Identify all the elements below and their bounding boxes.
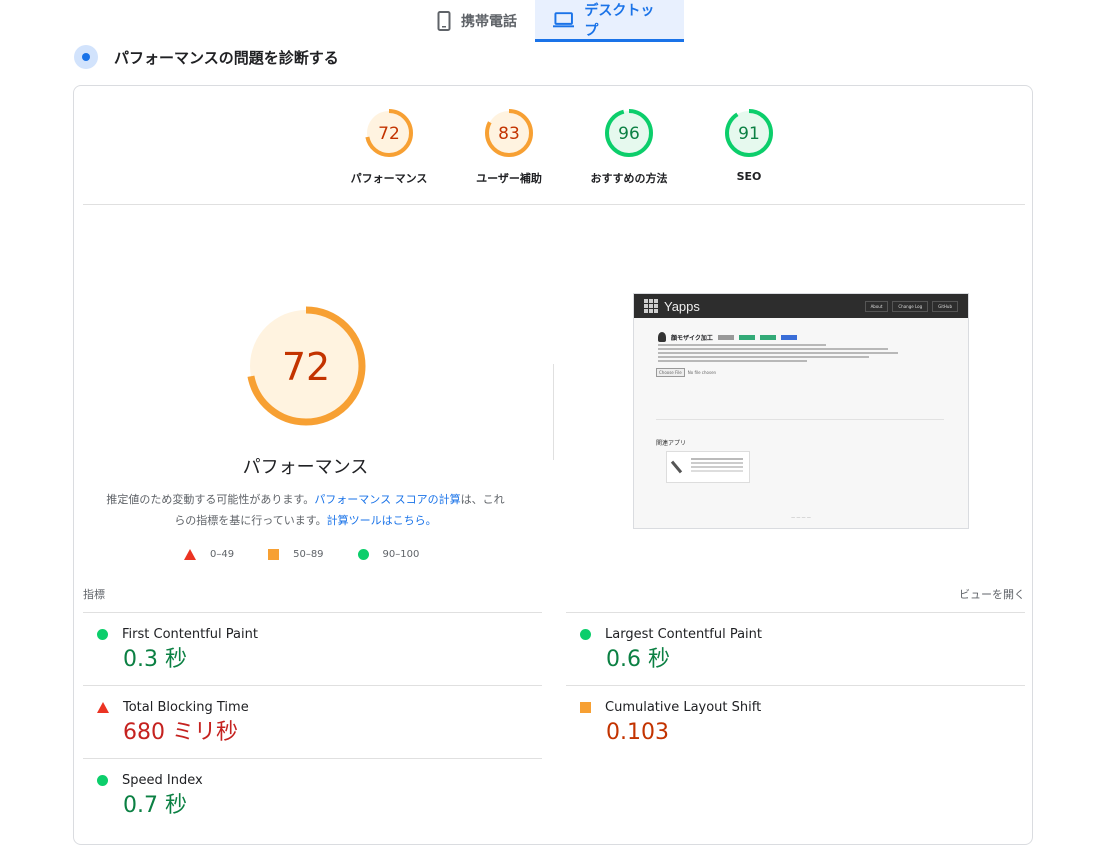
metric-speed-index: Speed Index 0.7 秒 — [83, 758, 542, 831]
main-score-value: 72 — [282, 345, 330, 389]
pass-circle-icon — [580, 629, 591, 640]
grid-logo-icon — [644, 299, 658, 313]
metric-name: First Contentful Paint — [122, 627, 258, 642]
preview-text-lines — [658, 344, 898, 364]
main-score-gauge: 72 — [246, 306, 366, 426]
smartphone-icon — [437, 11, 451, 31]
gauge-label: SEO — [736, 170, 762, 183]
metric-name: Largest Contentful Paint — [605, 627, 763, 642]
preview-nav-links: About Change Log GitHub — [864, 300, 958, 312]
metrics-title: 指標 — [83, 588, 105, 601]
legend-range: 0–49 — [210, 549, 235, 560]
metric-value: 680 ミリ秒 — [123, 720, 238, 745]
preview-separator — [656, 419, 944, 420]
fail-triangle-icon — [184, 549, 196, 560]
gauge-ring: 83 — [485, 109, 533, 157]
main-score-description: 推定値のため変動する可能性があります。パフォーマンス スコアの計算は、これらの指… — [104, 489, 507, 531]
report-card: 72 パフォーマンス 83 ユーザー補助 96 おすすめの方法 91 SEO 7… — [73, 85, 1033, 845]
preview-related-card — [666, 451, 750, 483]
gauge-ring: 91 — [725, 109, 773, 157]
preview-nav-link: About — [864, 300, 889, 312]
gauge-score: 91 — [738, 124, 760, 144]
main-score-label: パフォーマンス — [242, 457, 369, 478]
preview-choose-text: No file chosen — [687, 370, 717, 375]
preview-tag — [780, 334, 797, 340]
average-square-icon — [580, 702, 591, 713]
legend-range: 50–89 — [293, 549, 324, 560]
calculator-link[interactable]: 計算ツールはこちら。 — [327, 514, 437, 527]
score-gauges: 72 パフォーマンス 83 ユーザー補助 96 おすすめの方法 91 SEO — [329, 108, 809, 186]
gauge-seo[interactable]: 91 SEO — [689, 108, 809, 186]
diagnose-header: パフォーマンスの問題を診断する — [74, 44, 339, 70]
preview-file-input: Choose File No file chosen — [656, 368, 717, 377]
average-square-icon — [268, 549, 280, 560]
score-calc-link[interactable]: パフォーマンス スコアの計算 — [314, 493, 460, 506]
gauge-label: ユーザー補助 — [476, 172, 542, 185]
legend-pass: 90–100 — [357, 549, 420, 560]
preview-choose-button: Choose File — [656, 368, 685, 377]
diagnose-icon — [74, 45, 98, 69]
preview-navbar: Yapps About Change Log GitHub — [634, 294, 968, 318]
gauge-ring: 72 — [365, 109, 413, 157]
metric-value: 0.6 秒 — [606, 647, 670, 672]
metric-lcp: Largest Contentful Paint 0.6 秒 — [566, 612, 1025, 685]
metric-value: 0.103 — [606, 720, 669, 745]
fail-triangle-icon — [97, 702, 109, 713]
gauge-label: おすすめの方法 — [590, 172, 668, 185]
metric-name: Speed Index — [122, 773, 203, 788]
preview-related-heading: 関連アプリ — [656, 440, 687, 447]
vertical-divider — [553, 364, 554, 460]
preview-tag — [717, 334, 734, 340]
legend-fail: 0–49 — [184, 549, 234, 560]
diagnose-title: パフォーマンスの問題を診断する — [114, 48, 339, 67]
gauge-score: 83 — [498, 124, 520, 144]
preview-app-title-text: 顔モザイク加工 — [671, 334, 713, 342]
gauge-accessibility[interactable]: 83 ユーザー補助 — [449, 108, 569, 186]
device-tabs: 携帯電話 デスクトップ — [419, 0, 684, 42]
tab-mobile[interactable]: 携帯電話 — [419, 0, 535, 42]
metric-name: Cumulative Layout Shift — [605, 700, 762, 715]
legend-range: 90–100 — [382, 549, 420, 560]
gauge-performance[interactable]: 72 パフォーマンス — [329, 108, 449, 186]
preview-nav-link: GitHub — [932, 300, 958, 312]
desc-text-1: 推定値のため変動する可能性があります。 — [106, 493, 315, 506]
gauge-ring: 96 — [605, 109, 653, 157]
preview-app-title: 顔モザイク加工 — [658, 332, 797, 342]
metric-tbt: Total Blocking Time 680 ミリ秒 — [83, 685, 542, 758]
metric-value: 0.3 秒 — [123, 647, 187, 672]
pass-circle-icon — [357, 549, 369, 560]
preview-footer: — — — — — [791, 515, 811, 520]
laptop-icon — [553, 11, 575, 27]
preview-tag — [738, 334, 755, 340]
metrics-header: 指標 ビューを開く — [83, 586, 1025, 602]
pass-circle-icon — [97, 775, 108, 786]
metric-fcp: First Contentful Paint 0.3 秒 — [83, 612, 542, 685]
gauge-label: パフォーマンス — [350, 172, 428, 185]
preview-brand: Yapps — [664, 298, 700, 314]
divider — [83, 204, 1025, 205]
preview-tag — [759, 334, 776, 340]
score-legend: 0–49 50–89 90–100 — [184, 549, 419, 560]
face-icon — [658, 332, 666, 342]
tab-desktop[interactable]: デスクトップ — [535, 0, 684, 42]
tab-desktop-label: デスクトップ — [584, 2, 655, 39]
expand-view-toggle[interactable]: ビューを開く — [959, 586, 1025, 602]
preview-body: 顔モザイク加工 Choose File No file chosen 関連アプリ … — [634, 318, 968, 528]
page-screenshot[interactable]: Yapps About Change Log GitHub 顔モザイク加工 Ch… — [633, 293, 969, 529]
dropper-icon — [670, 460, 683, 474]
metric-value: 0.7 秒 — [123, 793, 187, 818]
gauge-best-practices[interactable]: 96 おすすめの方法 — [569, 108, 689, 186]
tab-mobile-label: 携帯電話 — [461, 14, 517, 30]
gauge-score: 96 — [618, 124, 640, 144]
preview-nav-link: Change Log — [892, 300, 929, 312]
gauge-score: 72 — [378, 124, 400, 144]
metric-name: Total Blocking Time — [123, 700, 249, 715]
pass-circle-icon — [97, 629, 108, 640]
legend-average: 50–89 — [268, 549, 324, 560]
metric-cls: Cumulative Layout Shift 0.103 — [566, 685, 1025, 758]
